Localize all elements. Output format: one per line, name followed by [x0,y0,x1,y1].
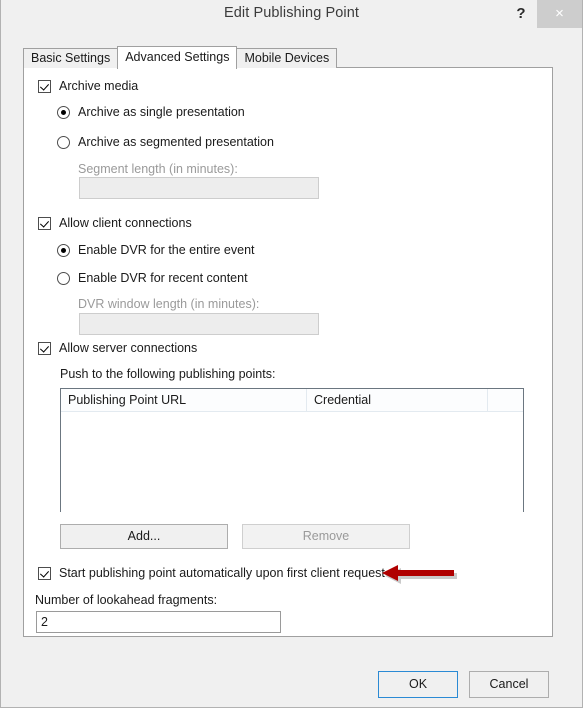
push-publishing-points-label-row: Push to the following publishing points: [60,367,275,381]
remove-button[interactable]: Remove [242,524,410,549]
start-automatically-label: Start publishing point automatically upo… [59,566,385,580]
archive-single-radio-row[interactable]: Archive as single presentation [57,105,245,119]
allow-client-connections-checkbox-row[interactable]: Allow client connections [38,216,192,230]
allow-client-connections-label: Allow client connections [59,216,192,230]
allow-server-connections-label: Allow server connections [59,341,198,355]
dvr-window-length-input[interactable] [79,313,319,335]
segment-length-label-row: Segment length (in minutes): [78,162,238,176]
ok-button[interactable]: OK [378,671,458,698]
lookahead-fragments-label: Number of lookahead fragments: [35,593,218,607]
table-body[interactable] [61,412,523,512]
dvr-recent-content-radio-row[interactable]: Enable DVR for recent content [57,271,248,285]
archive-media-label: Archive media [59,79,139,93]
archive-segmented-radio-row[interactable]: Archive as segmented presentation [57,135,274,149]
push-publishing-points-label: Push to the following publishing points: [60,367,276,381]
archive-segmented-label: Archive as segmented presentation [78,135,274,149]
allow-client-connections-checkbox[interactable] [38,216,51,230]
dvr-entire-event-radio-row[interactable]: Enable DVR for the entire event [57,243,255,257]
tab-strip: Basic Settings Advanced Settings Mobile … [23,46,338,69]
lookahead-fragments-input[interactable]: 2 [36,611,281,633]
archive-media-checkbox[interactable] [38,79,51,93]
dvr-recent-content-radio[interactable] [57,271,70,285]
dvr-entire-event-radio[interactable] [57,243,70,257]
edit-publishing-point-dialog: Edit Publishing Point ? × Basic Settings… [0,0,583,708]
dvr-window-label-row: DVR window length (in minutes): [78,297,259,311]
tab-basic-settings[interactable]: Basic Settings [23,48,119,68]
page-title: Edit Publishing Point [223,5,360,21]
dvr-window-length-label: DVR window length (in minutes): [78,297,260,311]
archive-segmented-radio[interactable] [57,135,70,149]
column-header-credential[interactable]: Credential [307,389,487,411]
column-header-publishing-point-url[interactable]: Publishing Point URL [61,389,306,411]
close-icon[interactable]: × [537,0,582,28]
archive-media-checkbox-row[interactable]: Archive media [38,79,138,93]
dvr-recent-content-label: Enable DVR for recent content [78,271,248,285]
table-header-row: Publishing Point URL Credential [61,389,523,412]
dvr-entire-event-label: Enable DVR for the entire event [78,243,255,257]
archive-single-label: Archive as single presentation [78,105,245,119]
start-automatically-checkbox[interactable] [38,566,51,580]
tab-advanced-settings[interactable]: Advanced Settings [117,46,238,69]
column-header-blank[interactable] [488,389,523,411]
allow-server-connections-checkbox-row[interactable]: Allow server connections [38,341,197,355]
allow-server-connections-checkbox[interactable] [38,341,51,355]
title-bar: Edit Publishing Point ? × [1,0,582,30]
archive-single-radio[interactable] [57,105,70,119]
start-automatically-checkbox-row[interactable]: Start publishing point automatically upo… [38,566,385,580]
help-button[interactable]: ? [506,0,536,28]
advanced-settings-panel: Archive media Archive as single presenta… [23,67,553,637]
publishing-points-table[interactable]: Publishing Point URL Credential [60,388,524,512]
segment-length-input[interactable] [79,177,319,199]
tab-mobile-devices[interactable]: Mobile Devices [236,48,338,68]
add-button[interactable]: Add... [60,524,228,549]
segment-length-label: Segment length (in minutes): [78,162,238,176]
lookahead-fragments-label-row: Number of lookahead fragments: [35,593,217,607]
cancel-button[interactable]: Cancel [469,671,549,698]
